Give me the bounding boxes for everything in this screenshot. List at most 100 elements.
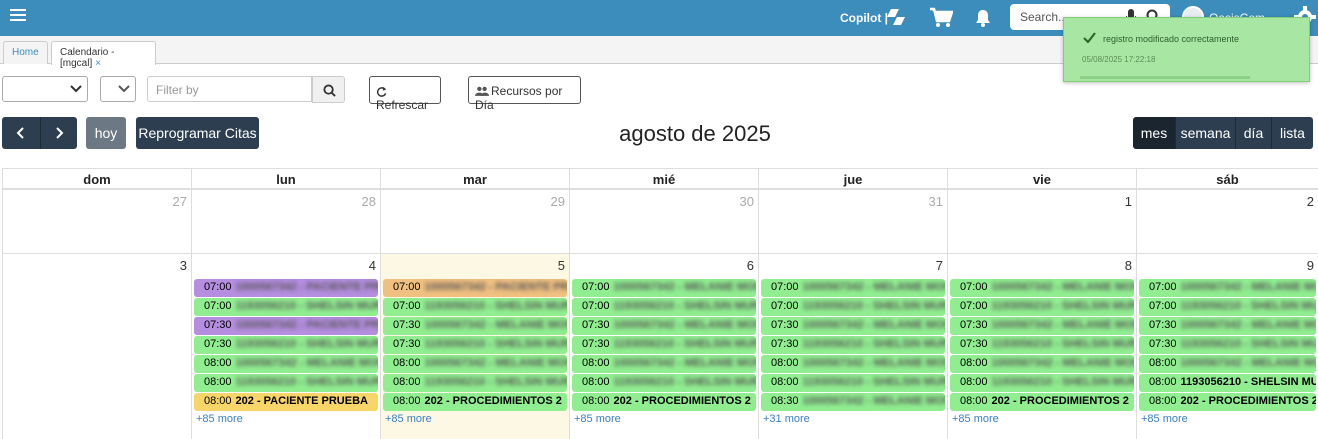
- day-cell[interactable]: 27: [2, 189, 191, 253]
- calendar-event[interactable]: 08:001000567342 - MELANIE MONTOYA: [572, 355, 756, 373]
- calendar-event[interactable]: 07:001000567342 - MELANIE MONTOYA: [950, 279, 1134, 297]
- day-number[interactable]: 30: [740, 194, 754, 209]
- refresh-button[interactable]: Refrescar: [369, 76, 441, 112]
- day-cell[interactable]: 8 07:001000567342 - MELANIE MONTOYA07:001…: [947, 253, 1136, 439]
- day-cell[interactable]: 4 07:001000567342 - PACIENTE PRUEBA07:001…: [191, 253, 380, 439]
- more-events-link[interactable]: +85 more: [385, 413, 432, 425]
- calendar-event[interactable]: 07:301193056210 - SHELSIN MURILLO: [761, 336, 945, 354]
- event-title: 1000567342 - MELANIE MONTOYA: [1180, 357, 1316, 369]
- day-cell[interactable]: 3: [2, 253, 191, 439]
- calendar-event[interactable]: 07:301000567342 - MELANIE MONTOYA: [572, 317, 756, 335]
- filter-search-button[interactable]: [312, 76, 345, 103]
- day-cell[interactable]: 1: [947, 189, 1136, 253]
- shopping-cart-icon[interactable]: [929, 7, 953, 29]
- day-cell-today[interactable]: 5 07:001000567342 - PACIENTE PRUEBA07:001…: [380, 253, 569, 439]
- day-number[interactable]: 7: [936, 258, 943, 273]
- day-number[interactable]: 3: [180, 258, 187, 273]
- calendar-event[interactable]: 07:001193056210 - SHELSIN MURILLO: [950, 298, 1134, 316]
- day-number[interactable]: 8: [1125, 258, 1132, 273]
- calendar-event[interactable]: 07:001000567342 - MELANIE MONTOYA: [761, 279, 945, 297]
- calendar-event[interactable]: 07:001000567342 - PACIENTE PRUEBA: [383, 279, 567, 297]
- view-week-button[interactable]: semana: [1175, 117, 1235, 149]
- success-toast[interactable]: registro modificado correctamente 05/08/…: [1063, 17, 1310, 82]
- day-number[interactable]: 6: [747, 258, 754, 273]
- calendar-event[interactable]: 07:001193056210 - SHELSIN MURILLO: [572, 298, 756, 316]
- calendar-event[interactable]: 08:001000567342 - MELANIE MONTOYA: [761, 355, 945, 373]
- calendar-event[interactable]: 07:301000567342 - MELANIE MONTOYA: [950, 317, 1134, 335]
- copilot-label[interactable]: Copilot |: [840, 11, 888, 25]
- calendar-event[interactable]: 07:001193056210 - SHELSIN MURILLO: [383, 298, 567, 316]
- calendar-event[interactable]: 08:001193056210 - SHELSIN MURILLO: [761, 374, 945, 392]
- calendar-event[interactable]: 08:001193056210 - SHELSIN MURILLO: [1139, 374, 1316, 392]
- hamburger-menu-icon[interactable]: [10, 9, 26, 23]
- day-number[interactable]: 29: [551, 194, 565, 209]
- calendar-event[interactable]: 08:001000567342 - MELANIE MONTOYA: [1139, 355, 1316, 373]
- day-cell[interactable]: 31: [758, 189, 947, 253]
- calendar-event[interactable]: 08:00 202 - PROCEDIMIENTOS 2: [950, 393, 1134, 411]
- reschedule-button[interactable]: Reprogramar Citas: [136, 117, 259, 149]
- calendar-event[interactable]: 07:001000567342 - MELANIE MONTOYA: [1139, 279, 1316, 297]
- day-cell[interactable]: 29: [380, 189, 569, 253]
- calendar-event[interactable]: 08:001000567342 - MELANIE MONTOYA: [194, 355, 378, 373]
- day-cell[interactable]: 7 07:001000567342 - MELANIE MONTOYA07:001…: [758, 253, 947, 439]
- day-cell[interactable]: 28: [191, 189, 380, 253]
- calendar-event[interactable]: 08:00 202 - PACIENTE PRUEBA: [194, 393, 378, 411]
- select-dropdown-2[interactable]: [100, 76, 136, 102]
- tab-home[interactable]: Home: [3, 41, 48, 64]
- calendar-event[interactable]: 08:001193056210 - SHELSIN MURILLO: [572, 374, 756, 392]
- day-number[interactable]: 1: [1125, 194, 1132, 209]
- calendar-event[interactable]: 07:301193056210 - SHELSIN MURILLO: [194, 336, 378, 354]
- calendar-event[interactable]: 07:301000567342 - MELANIE MONTOYA: [761, 317, 945, 335]
- day-number[interactable]: 2: [1307, 194, 1314, 209]
- calendar-event[interactable]: 08:001000567342 - MELANIE MONTOYA: [383, 355, 567, 373]
- calendar-event[interactable]: 07:001193056210 - SHELSIN MURILLO: [1139, 298, 1316, 316]
- day-number[interactable]: 5: [558, 258, 565, 273]
- calendar-event[interactable]: 08:00 202 - PROCEDIMIENTOS 2: [383, 393, 567, 411]
- calendar-event[interactable]: 08:001193056210 - SHELSIN MURILLO: [194, 374, 378, 392]
- calendar-event[interactable]: 07:301000567342 - MELANIE MONTOYA: [1139, 317, 1316, 335]
- more-events-link[interactable]: +85 more: [196, 413, 243, 425]
- calendar-event[interactable]: 08:301000567342 - MELANIE MONTOYA: [761, 393, 945, 411]
- filter-input[interactable]: Filter by: [147, 76, 312, 102]
- calendar-event[interactable]: 07:001193056210 - SHELSIN MURILLO: [761, 298, 945, 316]
- more-events-link[interactable]: +85 more: [1141, 413, 1188, 425]
- calendar-event[interactable]: 07:301000567342 - PACIENTE PRUEBA: [194, 317, 378, 335]
- calendar-event[interactable]: 08:00 202 - PROCEDIMIENTOS 2: [1139, 393, 1316, 411]
- calendar-event[interactable]: 07:301193056210 - SHELSIN MURILLO: [950, 336, 1134, 354]
- select-dropdown-1[interactable]: [2, 76, 88, 102]
- calendar-event[interactable]: 07:001000567342 - PACIENTE PRUEBA: [194, 279, 378, 297]
- day-cell[interactable]: 6 07:001000567342 - MELANIE MONTOYA07:001…: [569, 253, 758, 439]
- calendar-event[interactable]: 08:001193056210 - SHELSIN MURILLO: [383, 374, 567, 392]
- day-cell[interactable]: 9 07:001000567342 - MELANIE MONTOYA07:001…: [1136, 253, 1318, 439]
- tab-calendario[interactable]: Calendario -[mgcal] ×: [51, 41, 156, 69]
- more-events-link[interactable]: +85 more: [952, 413, 999, 425]
- day-number[interactable]: 31: [929, 194, 943, 209]
- resources-per-day-button[interactable]: Recursos por Día: [468, 76, 581, 112]
- prev-month-button[interactable]: [2, 117, 40, 149]
- view-month-button[interactable]: mes: [1133, 117, 1175, 149]
- day-number[interactable]: 27: [173, 194, 187, 209]
- calendar-event[interactable]: 08:001000567342 - MELANIE MONTOYA: [950, 355, 1134, 373]
- copilot-icon[interactable]: [885, 7, 907, 27]
- calendar-event[interactable]: 07:301193056210 - SHELSIN MURILLO: [383, 336, 567, 354]
- calendar-event[interactable]: 07:301193056210 - SHELSIN MURILLO: [572, 336, 756, 354]
- view-list-button[interactable]: lista: [1271, 117, 1313, 149]
- calendar-event[interactable]: 08:00 202 - PROCEDIMIENTOS 2: [572, 393, 756, 411]
- calendar-event[interactable]: 08:001193056210 - SHELSIN MURILLO: [950, 374, 1134, 392]
- day-number[interactable]: 28: [362, 194, 376, 209]
- day-number[interactable]: 9: [1307, 258, 1314, 273]
- calendar-event[interactable]: 07:001193056210 - SHELSIN MURILLO: [194, 298, 378, 316]
- calendar-event[interactable]: 07:301000567342 - MELANIE MONTOYA: [383, 317, 567, 335]
- more-events-link[interactable]: +31 more: [763, 413, 810, 425]
- day-cell[interactable]: 2: [1136, 189, 1318, 253]
- more-events-link[interactable]: +85 more: [574, 413, 621, 425]
- tab-close-icon[interactable]: ×: [95, 58, 101, 69]
- notification-bell-icon[interactable]: [975, 9, 991, 27]
- today-button[interactable]: hoy: [86, 117, 126, 149]
- calendar-event[interactable]: 07:001000567342 - MELANIE MONTOYA: [572, 279, 756, 297]
- view-day-button[interactable]: día: [1235, 117, 1271, 149]
- next-month-button[interactable]: [40, 117, 77, 149]
- calendar-event[interactable]: 07:301193056210 - SHELSIN MURILLO: [1139, 336, 1316, 354]
- day-number[interactable]: 4: [369, 258, 376, 273]
- day-cell[interactable]: 30: [569, 189, 758, 253]
